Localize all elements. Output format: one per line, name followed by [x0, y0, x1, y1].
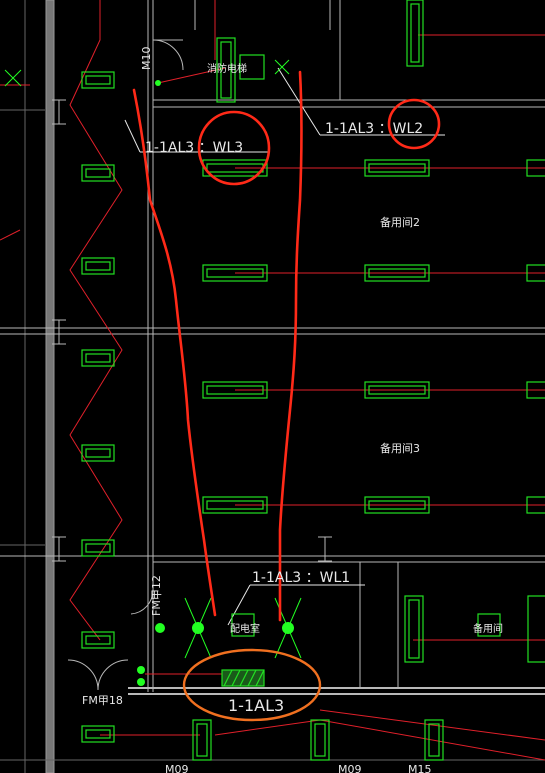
doors	[67, 39, 184, 691]
label-panel: 1-1AL3	[228, 696, 284, 715]
door-swing-m10	[152, 39, 184, 71]
node-1	[155, 623, 165, 633]
label-room-standby2: 备用间2	[380, 215, 420, 229]
label-door-m09-left: M09	[165, 763, 189, 773]
fixture-equipment	[231, 54, 501, 637]
markup-route-right	[278, 70, 303, 622]
label-door-m10: M10	[140, 47, 153, 71]
node-top	[155, 80, 161, 86]
label-circuit-wl2: 1-1AL3 ：WL2	[325, 121, 423, 137]
floor-plan: 1-1AL3 ：WL3 1-1AL3 ：WL2 1-1AL3 ：WL1 1-1A…	[0, 0, 545, 773]
outer-wall-left	[45, 0, 55, 773]
cad-drawing-canvas: 1-1AL3 ：WL3 1-1AL3 ：WL2 1-1AL3 ：WL1 1-1A…	[0, 0, 545, 773]
label-equip-right: 备用间	[473, 622, 503, 635]
label-room-standby3: 备用间3	[380, 441, 420, 455]
text-labels: 1-1AL3 ：WL3 1-1AL3 ：WL2 1-1AL3 ：WL1 1-1A…	[82, 47, 503, 773]
label-equip-top: 消防电梯	[207, 62, 247, 75]
label-circuit-wl1: 1-1AL3 ：WL1	[252, 570, 350, 586]
door-swing-fm18-right	[97, 659, 129, 691]
wire-bottom-3	[319, 709, 545, 741]
walls	[0, 0, 545, 773]
label-circuit-wl3: 1-1AL3 ：WL3	[145, 140, 243, 156]
label-door-m09-right: M09	[338, 763, 362, 773]
label-door-m15: M15	[408, 763, 432, 773]
label-equip-mid: 配电室	[230, 622, 260, 635]
node-5	[137, 678, 145, 686]
node-4	[137, 666, 145, 674]
wire-bottom-2	[214, 719, 545, 761]
column-marker-4	[318, 536, 332, 562]
door-swing-fm18-left	[67, 659, 99, 691]
wire-left-stub-2	[0, 229, 21, 241]
leader-wl3-tail	[124, 119, 141, 153]
fixtures	[81, 0, 545, 761]
node-left-cross	[4, 69, 22, 87]
label-door-fm18: FM甲18	[82, 694, 123, 707]
node-top-cross	[274, 59, 290, 75]
label-door-fm12: FM甲12	[150, 575, 163, 616]
leader-wl1-tail	[227, 584, 251, 626]
